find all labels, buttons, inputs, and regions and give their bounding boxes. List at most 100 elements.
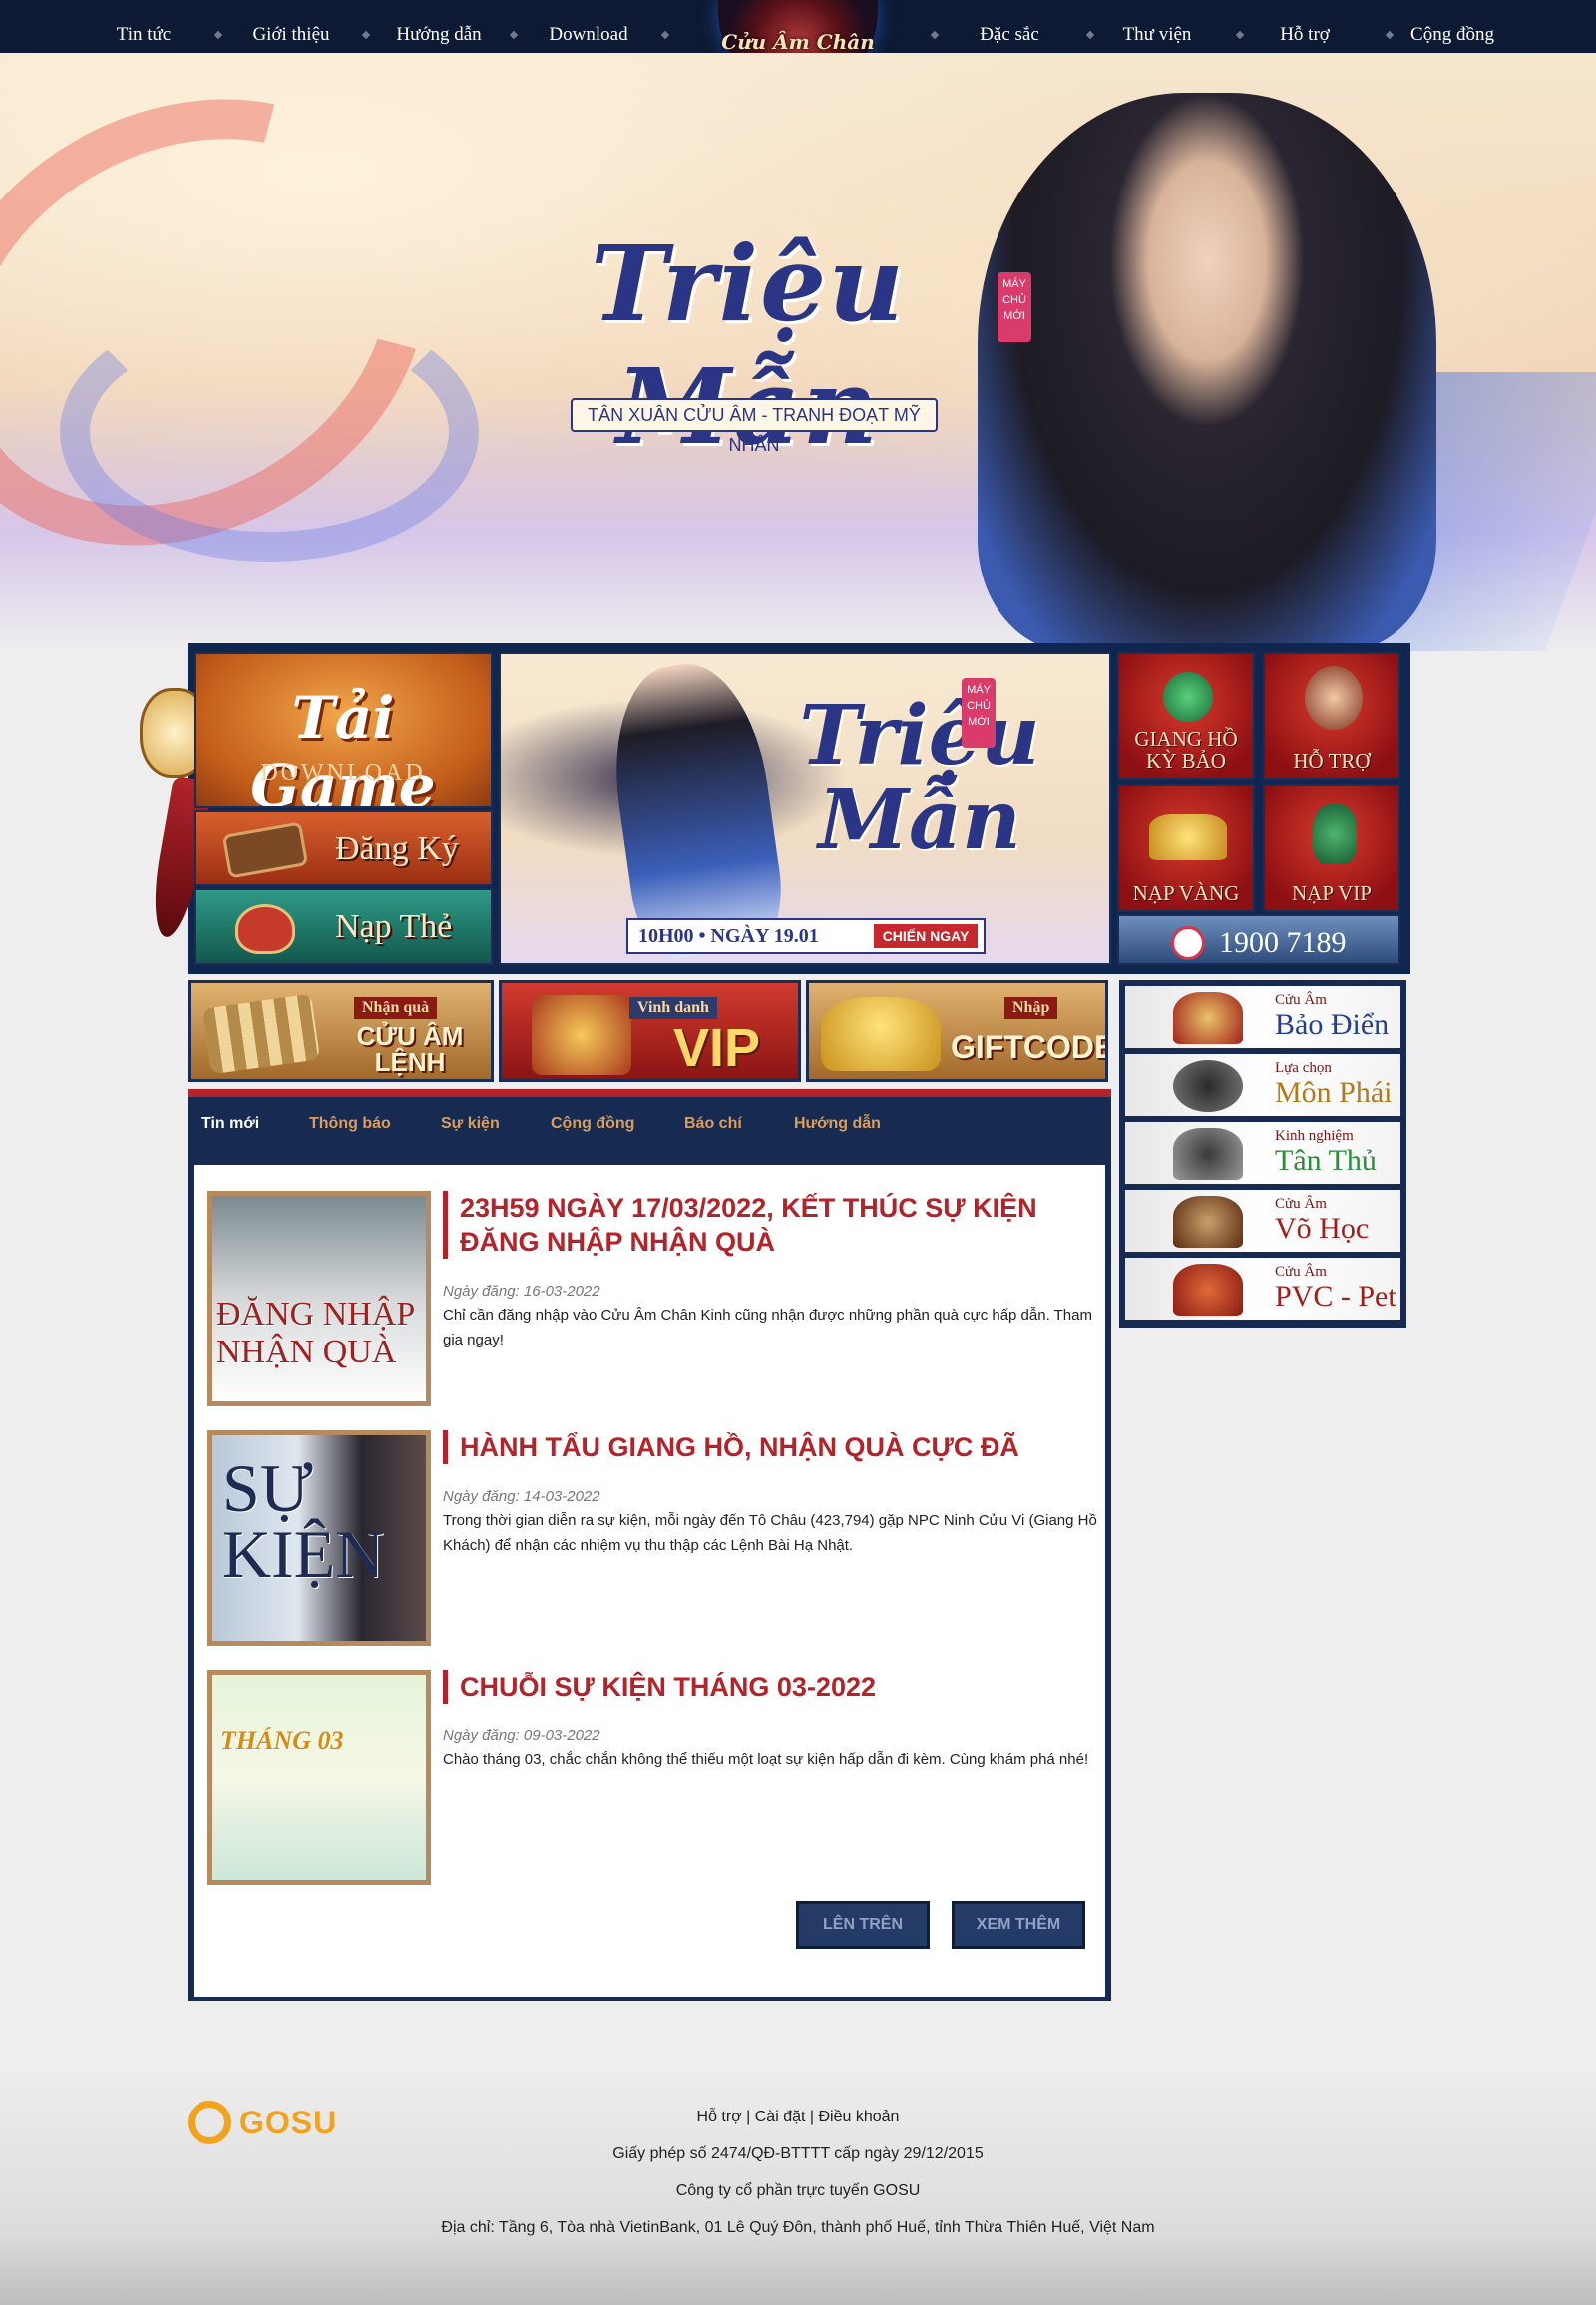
- banner-time: 10H00 • NGÀY 19.01: [638, 925, 819, 947]
- promo-cuu-am-lenh[interactable]: Nhận quà CỬU ÂM LỆNH: [188, 980, 494, 1082]
- sidebar-small-label: Lựa chọn: [1275, 1060, 1332, 1076]
- promo-giftcode[interactable]: Nhập GIFTCODE: [806, 980, 1108, 1082]
- nav-item-download[interactable]: Download: [515, 0, 662, 53]
- thumbnail-text: ĐĂNG NHẬP NHẬN QUÀ: [216, 1296, 415, 1370]
- sidebar-item-vo-hoc[interactable]: Cửu Âm Võ Học: [1125, 1190, 1400, 1252]
- sidebar-large-label: PVC - Pet: [1275, 1280, 1396, 1313]
- taiji-icon: [1173, 1060, 1243, 1112]
- sidebar-item-mon-phai[interactable]: Lựa chọn Môn Phái: [1125, 1054, 1400, 1116]
- event-banner[interactable]: Triệu Mẫn MÁY CHỦ MỚI 10H00 • NGÀY 19.01…: [499, 652, 1111, 965]
- news-date: Ngày đăng: 16-03-2022: [443, 1283, 600, 1300]
- promo-vip[interactable]: Vinh danh VIP: [499, 980, 801, 1082]
- scroll-icon: [221, 821, 309, 879]
- armor-icon: [1173, 992, 1243, 1044]
- tab-bao-chi[interactable]: Báo chí: [684, 1115, 742, 1133]
- news-item: THÁNG 03 CHUỖI SỰ KIỆN THÁNG 03-2022 Ngà…: [207, 1670, 1093, 1885]
- hero-decoration: [60, 302, 479, 562]
- promo-small-label: Nhập: [1004, 997, 1058, 1019]
- sidebar-large-label: Tân Thủ: [1275, 1144, 1377, 1177]
- banner-cta-button[interactable]: CHIẾN NGAY: [874, 924, 978, 948]
- thumbnail-text: SỰ KIỆN: [222, 1450, 385, 1592]
- see-more-button[interactable]: XEM THÊM: [952, 1901, 1085, 1949]
- tile-label: HỖ TRỢ: [1293, 749, 1371, 773]
- footer-links: Hỗ trợ | Cài đặt | Điều khoản: [696, 2109, 900, 2125]
- tab-tin-moi[interactable]: Tin mới: [201, 1115, 259, 1133]
- nav-item-cong-dong[interactable]: Cộng đồng: [1379, 0, 1526, 53]
- tab-cong-dong[interactable]: Cộng đồng: [551, 1115, 634, 1133]
- footer-link-ho-tro[interactable]: Hỗ trợ: [697, 2109, 742, 2125]
- tile-label: NẠP VIP: [1292, 881, 1372, 905]
- nav-item-tin-tuc[interactable]: Tin tức: [70, 0, 217, 53]
- news-title[interactable]: 23H59 NGÀY 17/03/2022, KẾT THÚC SỰ KIỆN …: [443, 1191, 1081, 1259]
- nav-item-dac-sac[interactable]: Đặc sắc: [936, 0, 1083, 53]
- sidebar-small-label: Cửu Âm: [1275, 1196, 1327, 1212]
- sidebar-item-bao-dien[interactable]: Cửu Âm Bảo Điển: [1125, 986, 1400, 1048]
- tile-label: GIANG HỒ KỲ BẢO: [1134, 727, 1238, 773]
- footer-link-dieu-khoan[interactable]: Điều khoản: [819, 2109, 900, 2125]
- news-list: ĐĂNG NHẬP NHẬN QUÀ 23H59 NGÀY 17/03/2022…: [194, 1165, 1105, 1997]
- news-thumbnail[interactable]: THÁNG 03: [207, 1670, 431, 1885]
- news-title[interactable]: CHUỖI SỰ KIỆN THÁNG 03-2022: [443, 1670, 1081, 1704]
- footer-license: Giấy phép số 2474/QĐ-BTTTT cấp ngày 29/1…: [612, 2145, 984, 2162]
- banner-info-bar: 10H00 • NGÀY 19.01 CHIẾN NGAY: [626, 918, 986, 954]
- news-summary: Chỉ cần đăng nhập vào Cửu Âm Chân Kinh c…: [443, 1307, 1092, 1348]
- hero-banner: Triệu Mẫn MÁY CHỦ MỚI TÂN XUÂN CỬU ÂM - …: [0, 53, 1596, 651]
- footer-link-cai-dat[interactable]: Cài đặt: [755, 2109, 806, 2125]
- tab-su-kien[interactable]: Sự kiện: [441, 1115, 500, 1133]
- sidebar-small-label: Kinh nghiệm: [1275, 1128, 1354, 1144]
- tile-giang-ho-ky-bao[interactable]: GIANG HỒ KỲ BẢO: [1117, 652, 1255, 780]
- mascot-icon: [1171, 926, 1205, 960]
- weapon-icon: [1173, 1264, 1243, 1316]
- sidebar-large-label: Võ Học: [1275, 1212, 1370, 1245]
- hero-badge: MÁY CHỦ MỚI: [998, 272, 1031, 342]
- nav-item-huong-dan[interactable]: Hướng dẫn: [365, 0, 513, 53]
- tile-nap-vang[interactable]: NẠP VÀNG: [1117, 784, 1255, 912]
- gold-ingots-icon: [821, 997, 941, 1071]
- sidebar-large-label: Bảo Điển: [1275, 1008, 1390, 1041]
- hero-subtitle: TÂN XUÂN CỬU ÂM - TRANH ĐOẠT MỸ NHÂN: [571, 398, 938, 455]
- hotline-box[interactable]: 1900 7189: [1117, 914, 1400, 965]
- nav-separator: [660, 30, 670, 40]
- tab-thong-bao[interactable]: Thông báo: [309, 1115, 391, 1133]
- sidebar-small-label: Cửu Âm: [1275, 1264, 1327, 1280]
- gold-ingot-icon: [1149, 814, 1227, 860]
- nav-item-thu-vien[interactable]: Thư viện: [1083, 0, 1231, 53]
- back-to-top-button[interactable]: LÊN TRÊN: [796, 1901, 930, 1949]
- top-nav: Tin tức Giới thiệu Hướng dẫn Download Cử…: [0, 0, 1596, 92]
- nav-item-gioi-thieu[interactable]: Giới thiệu: [217, 0, 365, 53]
- nav-item-ho-tro[interactable]: Hỗ trợ: [1231, 0, 1379, 53]
- money-bag-icon: [235, 904, 295, 954]
- promo-big-label: CỬU ÂM LỆNH: [356, 1021, 464, 1077]
- sidebar-small-label: Cửu Âm: [1275, 992, 1327, 1008]
- tab-huong-dan[interactable]: Hướng dẫn: [794, 1115, 881, 1133]
- promo-small-label: Nhận quà: [354, 997, 438, 1019]
- topup-card-label: Nạp Thẻ: [335, 908, 453, 945]
- news-thumbnail[interactable]: ĐĂNG NHẬP NHẬN QUÀ: [207, 1191, 431, 1406]
- news-thumbnail[interactable]: SỰ KIỆN: [207, 1430, 431, 1646]
- news-item: ĐĂNG NHẬP NHẬN QUÀ 23H59 NGÀY 17/03/2022…: [207, 1191, 1093, 1406]
- download-game-button[interactable]: Tải Game DOWNLOAD: [194, 652, 493, 808]
- news-title[interactable]: HÀNH TẨU GIANG HỒ, NHẬN QUÀ CỰC ĐÃ: [443, 1430, 1081, 1464]
- sidebar-item-pvc-pet[interactable]: Cửu Âm PVC - Pet: [1125, 1258, 1400, 1320]
- news-section: Tin mới Thông báo Sự kiện Cộng đồng Báo …: [188, 1089, 1111, 2001]
- register-label: Đăng Ký: [335, 830, 459, 867]
- news-summary: Trong thời gian diễn ra sự kiện, mỗi ngà…: [443, 1512, 1097, 1554]
- banner-badge: MÁY CHỦ MỚI: [962, 678, 996, 748]
- register-button[interactable]: Đăng Ký: [194, 810, 493, 886]
- sidebar-item-tan-thu[interactable]: Kinh nghiệm Tân Thủ: [1125, 1122, 1400, 1184]
- thumbnail-text: THÁNG 03: [220, 1727, 344, 1755]
- news-date: Ngày đăng: 14-03-2022: [443, 1488, 600, 1505]
- book-icon: [1173, 1196, 1243, 1248]
- sidebar-large-label: Môn Phái: [1275, 1076, 1393, 1109]
- topup-card-button[interactable]: Nạp Thẻ: [194, 888, 493, 965]
- treasure-chest-icon: [532, 995, 631, 1075]
- library-sidebar: Cửu Âm Bảo Điển Lựa chọn Môn Phái Kinh n…: [1119, 980, 1406, 1328]
- download-game-label: Tải Game: [250, 684, 436, 808]
- tile-nap-vip[interactable]: NẠP VIP: [1263, 784, 1400, 912]
- footer-address: Địa chỉ: Tầng 6, Tòa nhà VietinBank, 01 …: [441, 2219, 1155, 2236]
- banner-title: Triệu Mẫn: [799, 688, 1040, 868]
- tile-ho-tro[interactable]: HỖ TRỢ: [1263, 652, 1400, 780]
- download-sub-label: DOWNLOAD: [260, 760, 426, 786]
- news-tabs: Tin mới Thông báo Sự kiện Cộng đồng Báo …: [188, 1097, 1111, 1159]
- tile-label: NẠP VÀNG: [1132, 881, 1240, 905]
